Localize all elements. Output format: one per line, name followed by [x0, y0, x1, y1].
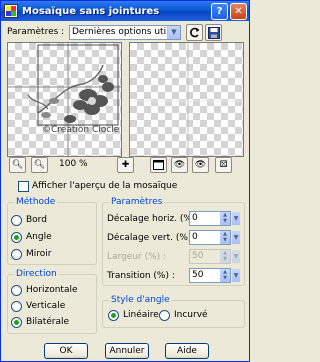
randomize-button[interactable]: ⚄: [215, 157, 232, 173]
transition-label: Transition (%) :: [107, 271, 175, 281]
chevron-down-icon[interactable]: ▼: [232, 269, 240, 282]
direction-label-horizontale: Horizontale: [26, 285, 78, 295]
presets-value: Dernières options utilisées: [72, 27, 181, 37]
zoom-out-button[interactable]: 🔍︎: [31, 157, 48, 173]
help-title-button[interactable]: ?: [211, 2, 228, 20]
frame-overlay: [37, 44, 119, 126]
dialog-window: Mosaïque sans jointures ? ✕ Paramètres :…: [0, 0, 250, 362]
width-value: 50: [192, 251, 204, 261]
ok-button[interactable]: OK: [44, 343, 88, 359]
eye-proof-icon: 👁︎: [173, 160, 186, 170]
offset-vert-value: 0: [192, 232, 198, 242]
preview-layout-button[interactable]: [150, 157, 167, 173]
app-icon: [4, 4, 18, 18]
corner-radio-incurve[interactable]: [159, 310, 170, 321]
direction-label-bilaterale: Bilatérale: [26, 317, 70, 327]
pan-button[interactable]: ✚: [117, 157, 134, 173]
help-button[interactable]: Aide: [165, 343, 209, 359]
method-label-angle: Angle: [26, 232, 52, 242]
direction-radio-bilaterale[interactable]: [11, 317, 22, 328]
width-input[interactable]: 50 ▲ ▼ ▼: [189, 249, 240, 264]
source-preview[interactable]: ©Creation Clocle: [7, 42, 122, 157]
zoom-out-icon: 🔍︎: [33, 160, 46, 170]
transition-value: 50: [192, 270, 204, 280]
zoom-level: 100 %: [59, 159, 88, 169]
corner-label-lineaire: Linéaire: [123, 310, 159, 320]
offset-horiz-label: Décalage horiz. (%) :: [107, 214, 202, 224]
direction-radio-verticale[interactable]: [11, 301, 22, 312]
spin-arrows-icon[interactable]: ▲ ▼: [220, 231, 230, 244]
chevron-down-icon[interactable]: ▼: [232, 231, 240, 244]
window-layout-icon: [153, 160, 164, 170]
method-label-bord: Bord: [26, 215, 47, 225]
reset-arrow-icon: [189, 27, 199, 38]
result-preview[interactable]: [129, 42, 244, 157]
width-label: Largeur (%) :: [107, 252, 167, 262]
method-radio-bord[interactable]: [11, 215, 22, 226]
method-radio-miroir[interactable]: [11, 249, 22, 260]
method-label-miroir: Miroir: [26, 249, 52, 259]
show-tile-preview-checkbox[interactable]: [18, 181, 29, 192]
corner-radio-lineaire[interactable]: [108, 310, 119, 321]
auto-proof-button[interactable]: 👁︎: [192, 157, 209, 173]
offset-vert-input[interactable]: 0 ▲ ▼ ▼: [189, 230, 240, 245]
window-title: Mosaïque sans jointures: [22, 5, 160, 17]
zoom-in-button[interactable]: 🔍︎: [9, 157, 26, 173]
chevron-down-icon[interactable]: ▼: [232, 250, 240, 263]
corner-label-incurve: Incurvé: [174, 310, 208, 320]
cancel-button[interactable]: Annuler: [105, 343, 149, 359]
eye-icon: 👁︎: [194, 160, 207, 170]
spin-arrows-icon[interactable]: ▲ ▼: [220, 250, 230, 263]
direction-radio-horizontale[interactable]: [11, 285, 22, 296]
chevron-down-icon[interactable]: ▼: [232, 212, 240, 225]
offset-horiz-value: 0: [192, 213, 198, 223]
chevron-down-icon[interactable]: ▼: [167, 26, 180, 39]
result-tiles: [130, 43, 243, 156]
spin-arrows-icon[interactable]: ▲ ▼: [220, 269, 230, 282]
zoom-in-icon: 🔍︎: [11, 160, 24, 170]
method-radio-angle[interactable]: [11, 232, 22, 243]
save-preset-button[interactable]: [205, 24, 222, 41]
spin-arrows-icon[interactable]: ▲ ▼: [220, 212, 230, 225]
reset-button[interactable]: [186, 24, 203, 41]
presets-select[interactable]: Dernières options utilisées ▼: [69, 25, 181, 40]
presets-label: Paramètres :: [7, 27, 65, 37]
close-button[interactable]: ✕: [230, 2, 247, 20]
corner-style-title: Style d'angle: [109, 295, 172, 305]
offset-horiz-input[interactable]: 0 ▲ ▼ ▼: [189, 211, 240, 226]
plus-move-icon: ✚: [121, 160, 130, 170]
save-disk-icon: [207, 26, 220, 39]
direction-label-verticale: Verticale: [26, 301, 66, 311]
parameters-title: Paramètres: [109, 197, 165, 207]
direction-title: Direction: [14, 269, 59, 279]
offset-vert-label: Décalage vert. (%) :: [107, 233, 198, 243]
title-bar[interactable]: Mosaïque sans jointures ? ✕: [1, 1, 249, 21]
transition-input[interactable]: 50 ▲ ▼ ▼: [189, 268, 240, 283]
proof-toggle-button[interactable]: 👁︎: [171, 157, 188, 173]
show-tile-preview-label: Afficher l'aperçu de la mosaïque: [32, 181, 178, 191]
dice-icon: ⚄: [219, 160, 228, 170]
method-title: Méthode: [14, 197, 58, 207]
